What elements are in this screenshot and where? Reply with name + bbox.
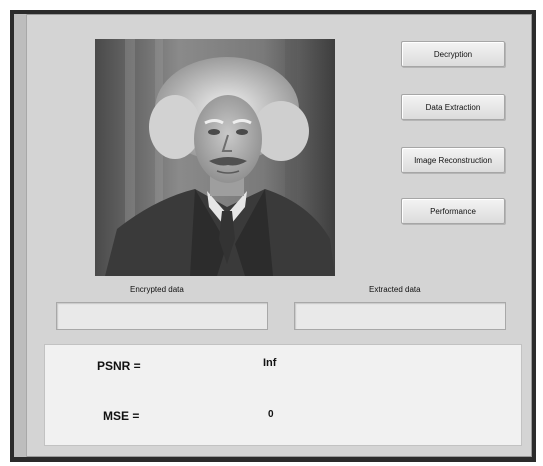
app-window: Decryption Data Extraction Image Reconst…	[14, 14, 532, 457]
image-reconstruction-button[interactable]: Image Reconstruction	[401, 147, 505, 173]
data-extraction-button[interactable]: Data Extraction	[401, 94, 505, 120]
decryption-button[interactable]: Decryption	[401, 41, 505, 67]
mse-label: MSE =	[103, 409, 140, 423]
extracted-data-field[interactable]	[294, 302, 506, 330]
psnr-value: Inf	[263, 357, 277, 369]
left-panel-strip	[14, 14, 27, 457]
psnr-label: PSNR =	[97, 359, 141, 373]
encrypted-data-label: Encrypted data	[130, 285, 184, 294]
mse-value: 0	[268, 409, 274, 420]
extracted-data-label: Extracted data	[369, 285, 421, 294]
encrypted-data-field[interactable]	[56, 302, 268, 330]
image-display	[95, 39, 335, 276]
performance-button[interactable]: Performance	[401, 198, 505, 224]
performance-panel: PSNR = Inf MSE = 0	[44, 344, 522, 446]
portrait-photo-icon	[95, 39, 335, 276]
